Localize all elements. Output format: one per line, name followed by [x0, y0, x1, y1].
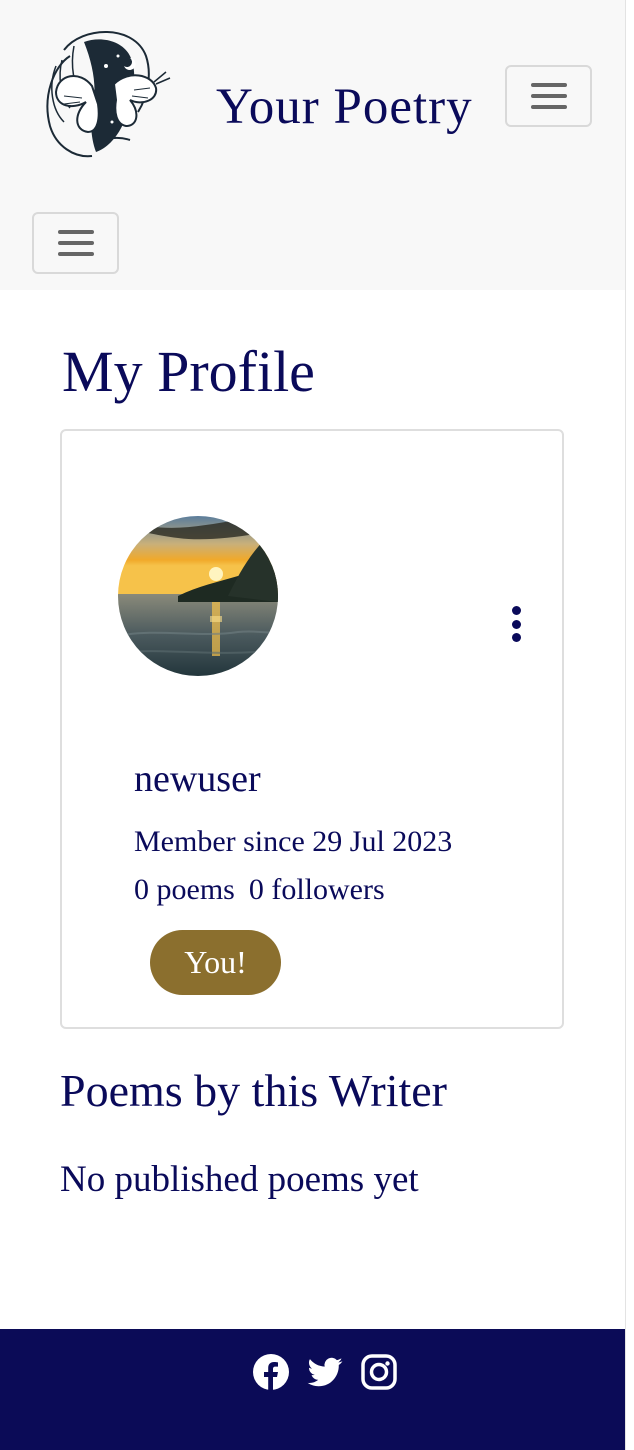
menu-dot: [511, 619, 521, 629]
logo[interactable]: [34, 26, 176, 164]
hamburger-icon: [530, 83, 567, 87]
hamburger-icon: [57, 230, 94, 234]
hamburger-icon-line: [57, 252, 94, 256]
username: newuser: [134, 758, 261, 800]
brand-title[interactable]: Your Poetry: [216, 78, 473, 136]
avatar: [118, 516, 278, 676]
vertical-ellipsis-icon[interactable]: [504, 606, 528, 642]
poems-count: 0 poems: [134, 873, 235, 906]
footer: [0, 1329, 625, 1450]
twitter-icon[interactable]: [306, 1353, 344, 1391]
butterfly-woman-logo-icon: [46, 31, 171, 158]
facebook-icon[interactable]: [252, 1353, 290, 1391]
profile-stats: 0 poems 0 followers: [134, 873, 385, 907]
navbar-toggler-button[interactable]: [505, 65, 592, 127]
navbar: Your Poetry: [0, 0, 625, 290]
no-poems-message: No published poems yet: [60, 1159, 419, 1200]
social-links: [252, 1353, 398, 1391]
page-title: My Profile: [62, 339, 315, 404]
menu-dot: [511, 606, 521, 615]
followers-count: 0 followers: [248, 873, 385, 906]
sunset-lake-avatar-icon: [118, 516, 278, 676]
instagram-icon[interactable]: [360, 1353, 398, 1391]
poems-section-title: Poems by this Writer: [60, 1065, 448, 1116]
scrollbar[interactable]: [625, 0, 634, 1450]
secondary-menu-toggler-button[interactable]: [32, 212, 119, 274]
hamburger-icon-line: [530, 94, 567, 98]
hamburger-icon-line: [57, 241, 94, 245]
page: Your Poetry My Profile newuser Member si…: [0, 0, 625, 1450]
hamburger-icon-line: [530, 105, 567, 109]
profile-card: newuser Member since 29 Jul 2023 0 poems…: [60, 429, 564, 1029]
member-since: Member since 29 Jul 2023: [134, 825, 453, 858]
you-badge: You!: [150, 930, 281, 995]
menu-dot: [511, 633, 521, 642]
